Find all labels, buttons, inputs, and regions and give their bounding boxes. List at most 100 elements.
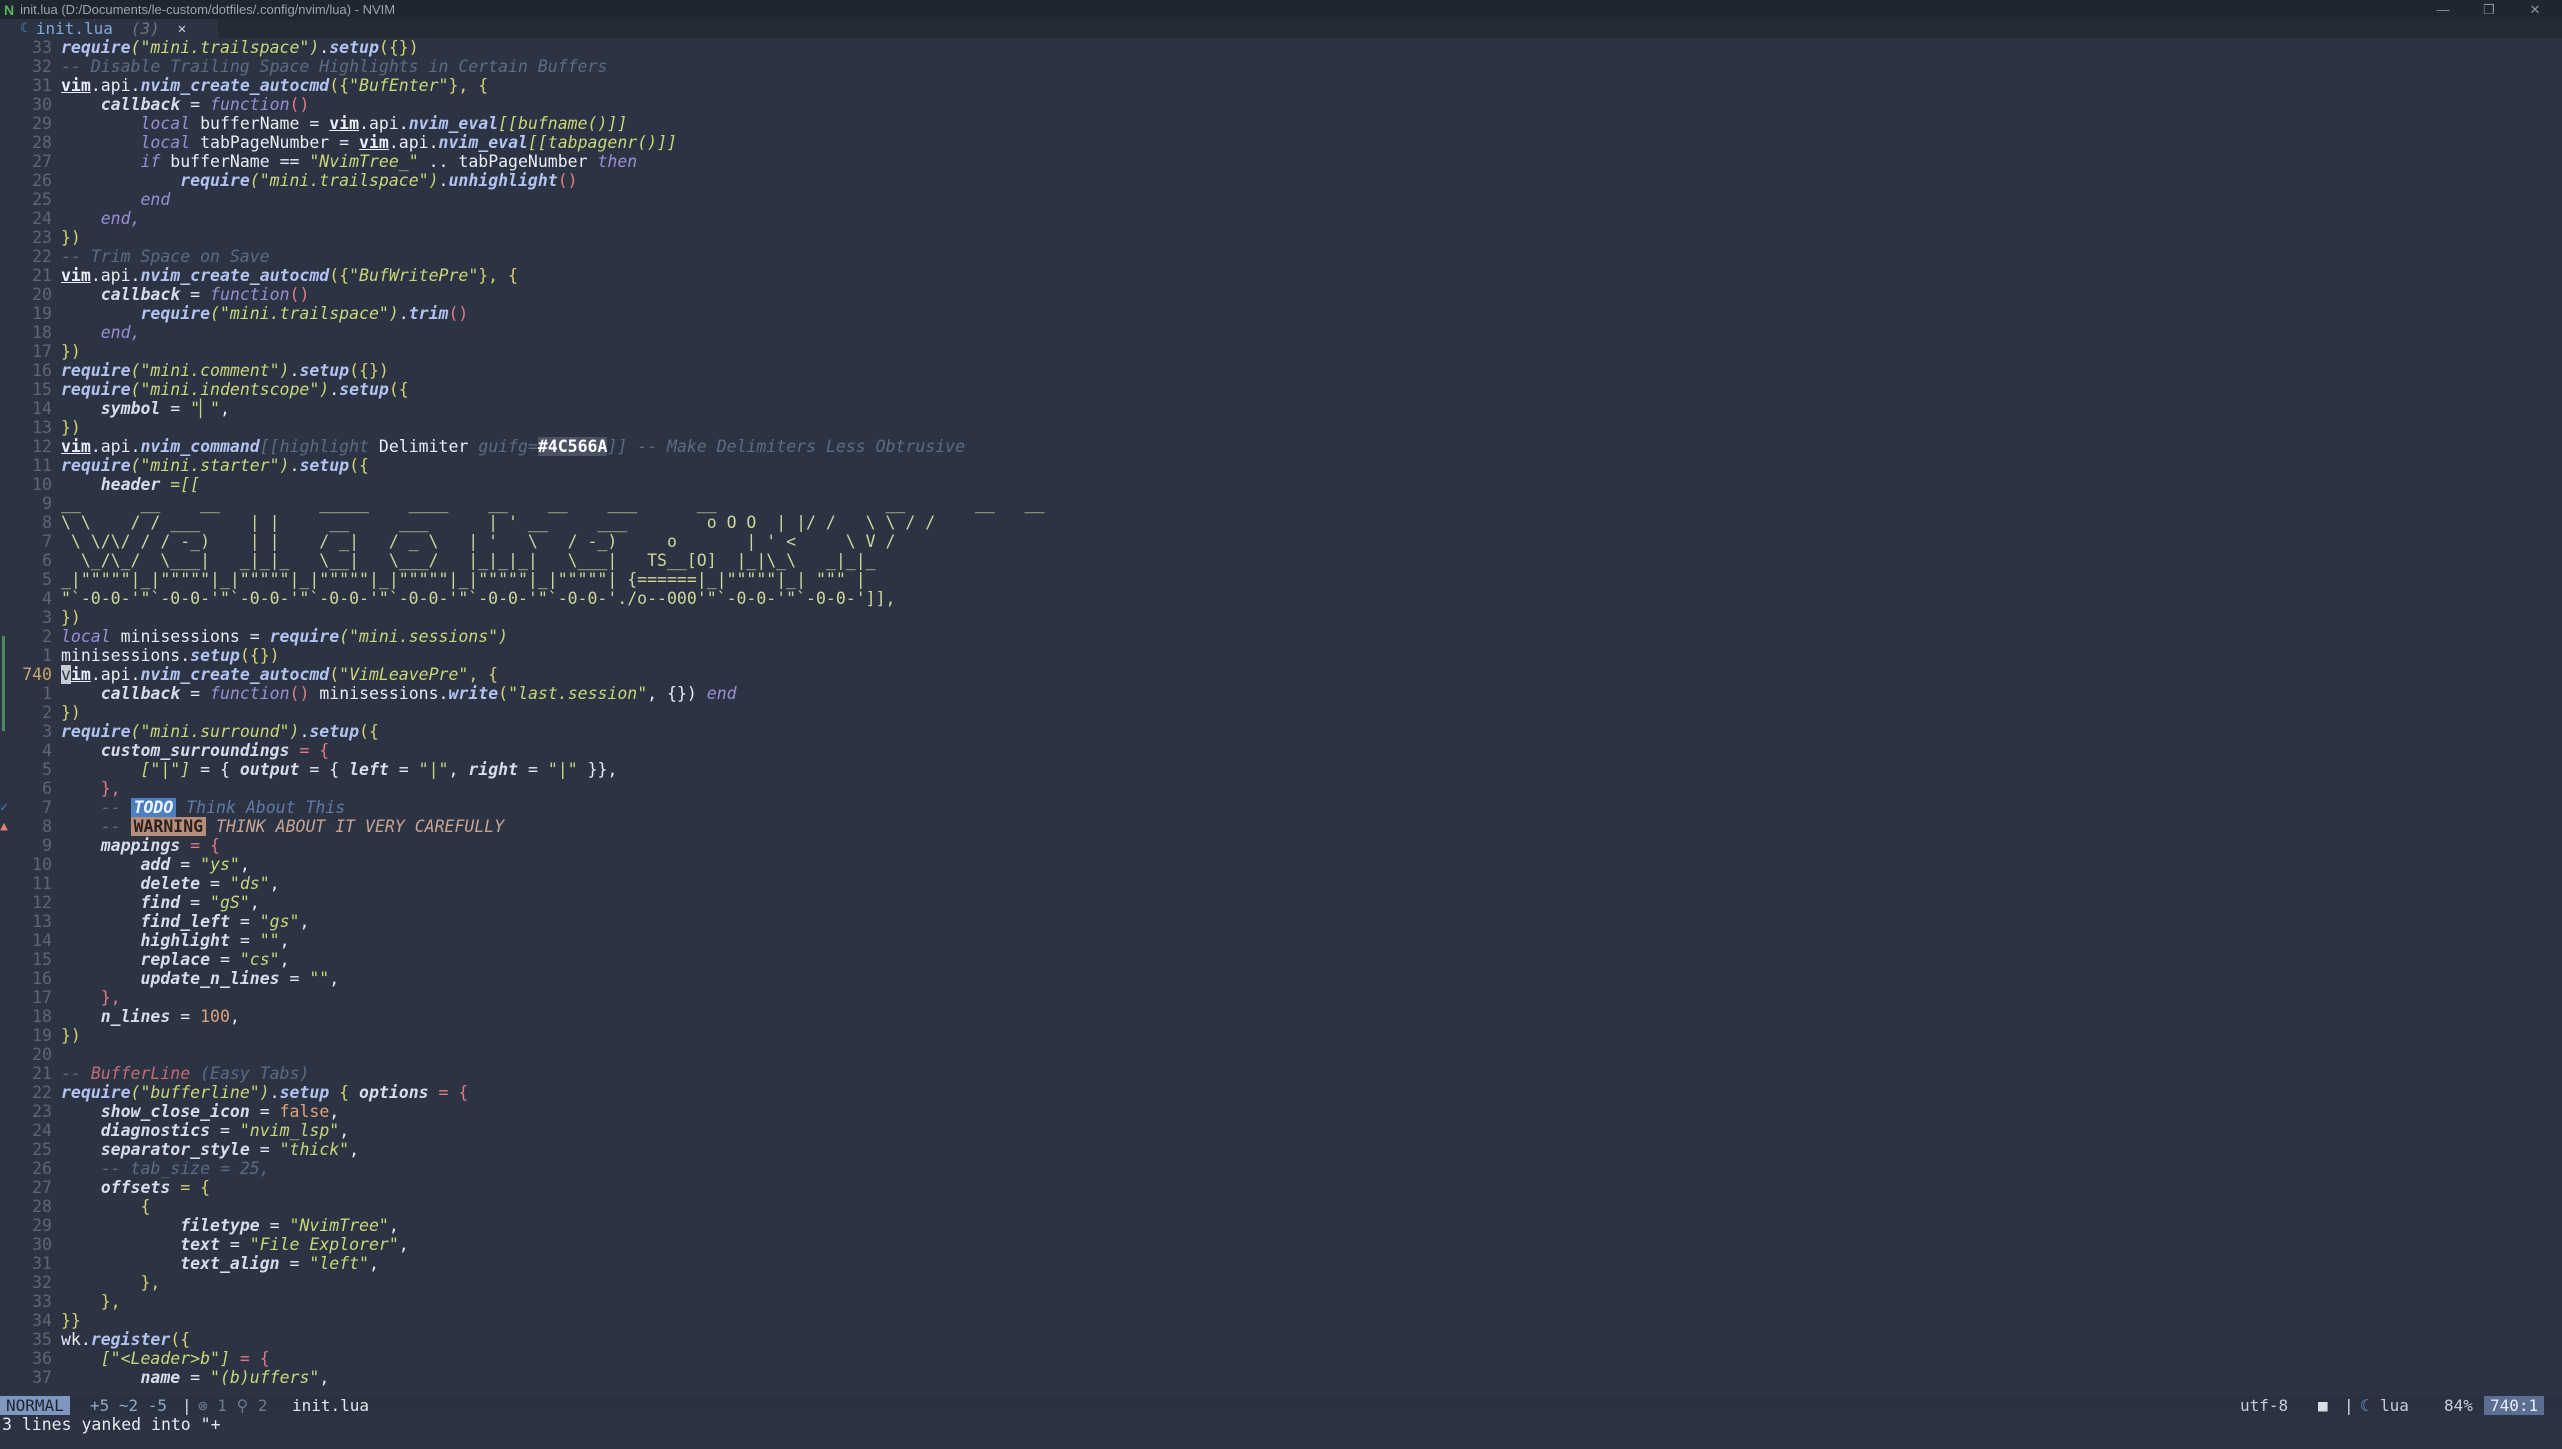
code-line[interactable]: 9 mappings = { [0,836,220,855]
code-line[interactable]: 29 local bufferName = vim.api.nvim_eval[… [0,114,627,133]
code-line[interactable]: 6 }, [0,779,121,798]
code-line[interactable]: 18 n_lines = 100, [0,1007,240,1026]
minimize-button[interactable]: — [2420,0,2466,19]
code-line[interactable]: 15 require("mini.indentscope").setup({ [0,380,409,399]
code-line[interactable]: 10 add = "ys", [0,855,250,874]
code-line[interactable]: 14 highlight = "", [0,931,289,950]
code-line[interactable]: 5 _|"""""|_|"""""|_|"""""|_|"""""|_|"""""… [0,570,866,589]
code-line[interactable]: 28 local tabPageNumber = vim.api.nvim_ev… [0,133,677,152]
code-line[interactable]: 6 \_/\_/ \___| _|_|_ \__| \___/ |_|_|_| … [0,551,876,570]
code-line[interactable]: 29 filetype = "NvimTree", [0,1216,399,1235]
code-line[interactable]: 32 }, [0,1273,160,1292]
code-line[interactable]: 3}) [0,608,81,627]
code-line[interactable]: 1 callback = function() minisessions.wri… [0,684,737,703]
code-line[interactable]: 4 "`-0-0-'"`-0-0-'"`-0-0-'"`-0-0-'"`-0-0-… [0,589,895,608]
code-token: require [61,361,131,380]
code-line[interactable]: 26 require("mini.trailspace").unhighligh… [0,171,577,190]
code-line[interactable]: 17 }, [0,988,121,1007]
code-line[interactable]: 14 symbol = "▏", [0,399,230,418]
code-text: callback = function() minisessions.write… [61,684,737,703]
code-text: require("mini.indentscope").setup({ [61,380,409,399]
code-line[interactable]: 23}) [0,228,81,247]
buffer-tab-close-icon[interactable]: ✕ [178,21,186,37]
code-line[interactable]: 21 vim.api.nvim_create_autocmd({"BufWrite… [0,266,518,285]
code-line[interactable]: 31 vim.api.nvim_create_autocmd({"BufEnter… [0,76,488,95]
code-line[interactable]: 7 \ \/\/ / / -_) | | / _| / _ \ | ' \ / … [0,532,895,551]
code-line[interactable]: 1 minisessions.setup({}) [0,646,280,665]
code-line[interactable]: 22 require("bufferline").setup { options … [0,1083,468,1102]
status-filename: init.lua [292,1396,370,1415]
code-token: \ \ / / ___ | | __ ___ | ' __ ___ o O O … [61,513,936,532]
code-token: "BufWritePre" [349,266,479,285]
code-line[interactable]: 24 diagnostics = "nvim_lsp", [0,1121,349,1140]
code-line[interactable]: 2 local minisessions = require("mini.sess… [0,627,508,646]
code-line[interactable]: 11 require("mini.starter").setup({ [0,456,369,475]
code-line[interactable]: 16 update_n_lines = "", [0,969,339,988]
maximize-button[interactable]: ❐ [2466,0,2512,19]
code-line[interactable]: 18 end, [0,323,140,342]
code-line[interactable]: 16 require("mini.comment").setup({}) [0,361,389,380]
code-line[interactable]: 26 -- tab_size = 25, [0,1159,270,1178]
code-line[interactable]: 20 [0,1045,52,1064]
code-line[interactable]: 33 require("mini.trailspace").setup({}) [0,38,419,57]
line-number: 16 [32,361,52,380]
code-token: "NvimTree_" [309,152,419,171]
code-token: vim [61,76,91,95]
buffer-tab-init-lua[interactable]: ☾ init.lua (3) ✕ [0,19,218,38]
code-line[interactable]: 21 -- BufferLine (Easy Tabs) [0,1064,309,1083]
code-line[interactable]: 11 delete = "ds", [0,874,279,893]
code-token: }, [100,1292,121,1311]
line-number: 11 [32,456,52,475]
code-token: }, { [448,76,489,95]
code-line[interactable]: 19}) [0,1026,81,1045]
code-line[interactable]: 24 end, [0,209,140,228]
code-line[interactable]: 10 header =[[ [0,475,200,494]
code-line[interactable]: 22 -- Trim Space on Save [0,247,270,266]
code-token: show_close_icon [100,1102,250,1121]
code-line[interactable]: 15 replace = "cs", [0,950,289,969]
code-line[interactable]: 13 find_left = "gs", [0,912,309,931]
code-line[interactable]: 37 name = "(b)uffers", [0,1368,329,1387]
code-token: ["<Leader>b"] [100,1349,230,1368]
code-token: = [210,950,240,969]
code-line[interactable]: 35 wk.register({ [0,1330,190,1349]
code-line[interactable]: 33 }, [0,1292,121,1311]
code-line[interactable]: 3 require("mini.surround").setup({ [0,722,379,741]
editor-pane[interactable]: 33 require("mini.trailspace").setup({}) 32… [0,38,2562,1396]
code-token: "gs" [259,912,300,931]
code-line[interactable]: 8 \ \ / / ___ | | __ ___ | ' __ ___ o O O… [0,513,935,532]
code-line[interactable]: 27 if bufferName == "NvimTree_" .. tabPa… [0,152,637,171]
code-token: = [170,855,201,874]
code-line[interactable]: 12 vim.api.nvim_command[[highlight Delimi… [0,437,965,456]
code-line[interactable]: 8 ▲ -- WARNING THINK ABOUT IT VERY CAREFU… [0,817,504,836]
code-line[interactable]: 9 __ __ __ _____ ____ __ __ ___ __ __ __ … [0,494,1044,513]
code-line[interactable]: 17}) [0,342,81,361]
close-window-button[interactable]: ✕ [2512,0,2558,19]
code-line[interactable]: 25 separator_style = "thick", [0,1140,359,1159]
code-line[interactable]: 2}) [0,703,81,722]
code-token: add [140,855,171,874]
code-line[interactable]: 28 { [0,1197,150,1216]
code-line[interactable]: 7 ✓ -- TODO Think About This [0,798,345,817]
code-line[interactable]: 34}} [0,1311,81,1330]
code-line[interactable]: 4 custom_surroundings = { [0,741,329,760]
code-line[interactable]: 36 ["<Leader>b"] = { [0,1349,270,1368]
code-line[interactable]: 19 require("mini.trailspace").trim() [0,304,468,323]
code-token: , [329,969,340,988]
code-line[interactable]: 12 find = "gS", [0,893,260,912]
code-line[interactable]: 23 show_close_icon = false, [0,1102,339,1121]
line-number: 32 [32,1273,52,1292]
code-line[interactable]: 13}) [0,418,81,437]
cursor-line[interactable]: 740 vim.api.nvim_create_autocmd("VimLeave… [0,665,498,684]
code-line[interactable]: 20 callback = function() [0,285,309,304]
command-line[interactable]: 3 lines yanked into "+ [0,1415,2562,1434]
code-line[interactable]: 31 text_align = "left", [0,1254,379,1273]
code-line[interactable]: 25 end [0,190,170,209]
code-line[interactable]: 30 text = "File Explorer", [0,1235,409,1254]
code-line[interactable]: 30 callback = function() [0,95,309,114]
code-line[interactable]: 32 -- Disable Trailing Space Highlights i… [0,57,607,76]
code-token: = [518,760,548,779]
code-line[interactable]: 5 ["|"] = { output = { left = "|", right… [0,760,617,779]
cursor-position: 740:1 [2484,1396,2545,1415]
code-line[interactable]: 27 offsets = { [0,1178,210,1197]
